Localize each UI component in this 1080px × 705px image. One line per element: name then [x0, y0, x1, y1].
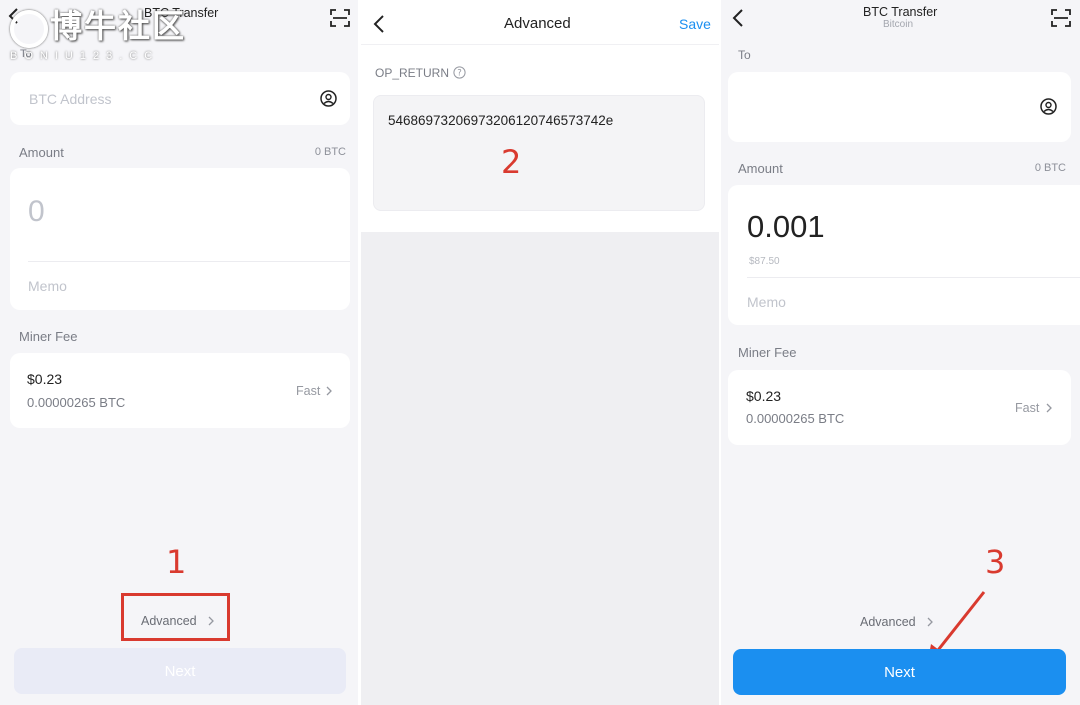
panel-btc-transfer-filled: BTC Transfer Bitcoin To Amount 0 BTC 0.0… — [721, 0, 1080, 705]
annotation-step-1: 1 — [166, 543, 187, 581]
panel-btc-transfer-empty: BTC Transfer To BTC Address Amount 0 BTC… — [0, 0, 358, 705]
panel-advanced: Advanced Save OP_RETURN ? 54686973206973… — [361, 0, 719, 705]
memo-input[interactable]: Memo — [28, 278, 67, 294]
fee-usd: $0.23 — [27, 371, 63, 387]
amount-input[interactable]: 0 — [28, 195, 45, 229]
chevron-right-icon — [326, 386, 332, 396]
svg-text:?: ? — [457, 69, 462, 79]
amount-label: Amount — [19, 145, 64, 160]
chevron-right-icon — [927, 617, 933, 627]
divider — [747, 277, 1080, 278]
memo-input[interactable]: Memo — [747, 294, 786, 310]
back-chevron-icon[interactable] — [732, 9, 744, 27]
advanced-link[interactable]: Advanced — [860, 615, 916, 629]
amount-label: Amount — [738, 161, 783, 176]
op-return-field[interactable]: 5468697320697320612074657374​2e — [373, 95, 705, 211]
contact-icon[interactable] — [320, 90, 337, 112]
annotation-step-2: 2 — [501, 143, 522, 181]
fee-btc: 0.00000265 BTC — [27, 395, 126, 410]
fee-usd: $0.23 — [746, 388, 782, 404]
advanced-link[interactable]: Advanced — [141, 614, 197, 628]
address-card: BTC Address — [10, 72, 350, 125]
amount-card: 0.001 $87.50 Memo — [728, 185, 1080, 325]
amount-card: 0 Memo — [10, 168, 350, 310]
watermark-subtitle: BONIU123.CC — [10, 50, 160, 62]
miner-fee-label: Miner Fee — [19, 329, 78, 344]
address-card[interactable] — [728, 72, 1071, 142]
save-button[interactable]: Save — [679, 16, 711, 32]
miner-fee-label: Miner Fee — [738, 345, 797, 360]
miner-fee-card[interactable]: $0.23 0.00000265 BTC Fast — [10, 353, 350, 428]
address-input[interactable]: BTC Address — [29, 91, 111, 107]
scan-icon[interactable] — [1051, 9, 1071, 32]
fee-btc: 0.00000265 BTC — [746, 411, 845, 426]
divider — [28, 261, 350, 262]
fee-speed: Fast — [1015, 401, 1040, 415]
op-return-value: 5468697320697320612074657374​2e — [388, 113, 614, 128]
miner-fee-card[interactable]: $0.23 0.00000265 BTC Fast — [728, 370, 1071, 445]
amount-input[interactable]: 0.001 — [747, 209, 825, 245]
divider — [361, 44, 719, 45]
help-icon[interactable]: ? — [453, 66, 466, 84]
next-button[interactable]: Next — [733, 649, 1066, 695]
chevron-right-icon — [208, 616, 214, 626]
to-label: To — [738, 48, 751, 62]
op-return-label: OP_RETURN — [375, 66, 450, 80]
next-button[interactable]: Next — [14, 648, 346, 694]
annotation-step-3: 3 — [985, 543, 1006, 581]
page-subtitle: Bitcoin — [883, 19, 914, 30]
watermark-circle-icon — [10, 10, 48, 48]
contact-icon[interactable] — [1040, 98, 1057, 120]
balance-value: 0 BTC — [314, 146, 346, 158]
amount-fiat: $87.50 — [749, 256, 780, 267]
page-title: Advanced — [504, 15, 571, 32]
back-chevron-icon[interactable] — [373, 15, 385, 33]
fee-speed: Fast — [296, 384, 321, 398]
balance-value: 0 BTC — [1034, 162, 1066, 174]
watermark-logo: 博牛社区 BONIU123.CC — [10, 8, 186, 62]
chevron-right-icon — [1046, 403, 1052, 413]
page-title: BTC Transfer — [863, 5, 938, 19]
scan-icon[interactable] — [330, 9, 350, 32]
